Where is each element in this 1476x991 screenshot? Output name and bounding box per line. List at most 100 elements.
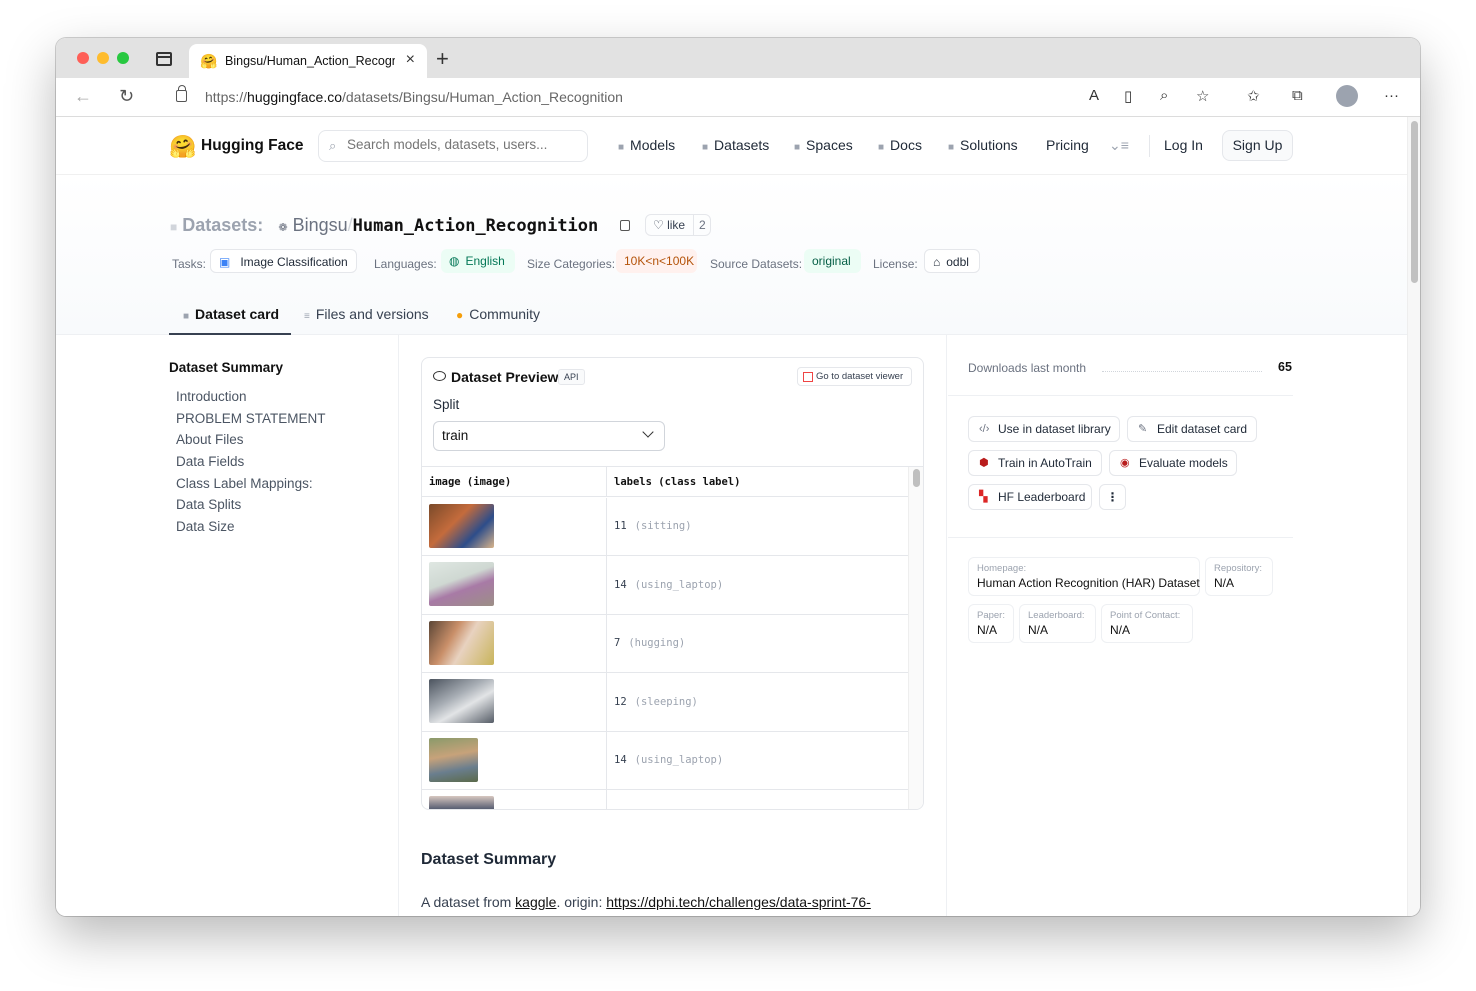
- toc-item[interactable]: About Files: [176, 432, 244, 447]
- models-icon: ■: [618, 142, 625, 153]
- database-icon: ■: [170, 220, 178, 234]
- zoom-window-button[interactable]: [117, 52, 129, 64]
- site-header: 🤗 Hugging Face ⌕ ■Models ■Datasets ■Spac…: [56, 117, 1407, 175]
- toc-item[interactable]: Data Fields: [176, 454, 244, 469]
- read-aloud-icon[interactable]: A: [1089, 87, 1099, 104]
- code-icon: ‹/›: [979, 423, 990, 435]
- kaggle-link[interactable]: kaggle: [515, 894, 556, 910]
- nav-datasets[interactable]: ■ Datasets: [702, 137, 769, 153]
- dotted-leader: [1102, 371, 1262, 372]
- table-row: 14 (using_laptop): [422, 556, 908, 615]
- dataset-name[interactable]: Human_Action_Recognition: [353, 216, 599, 236]
- immersive-reader-icon[interactable]: ▯: [1124, 87, 1132, 105]
- minimize-window-button[interactable]: [97, 52, 109, 64]
- thumbnail-image[interactable]: [429, 562, 494, 606]
- toc-item[interactable]: PROBLEM STATEMENT: [176, 411, 326, 426]
- close-window-button[interactable]: [77, 52, 89, 64]
- column-header-labels[interactable]: labels (class label): [607, 467, 908, 497]
- autotrain-icon: ⬢: [979, 457, 989, 469]
- homepage-label: Homepage:: [977, 563, 1027, 574]
- image-cell: [422, 556, 607, 614]
- homepage-link[interactable]: Human Action Recognition (HAR) Dataset: [977, 576, 1200, 590]
- go-to-dataset-viewer-button[interactable]: Go to dataset viewer: [797, 367, 912, 386]
- use-in-dataset-library-button[interactable]: ‹/› Use in dataset library: [968, 416, 1120, 442]
- split-select[interactable]: train: [433, 421, 665, 451]
- brand-name[interactable]: Hugging Face: [201, 137, 303, 155]
- train-in-autotrain-button[interactable]: ⬢ Train in AutoTrain: [968, 450, 1102, 476]
- pencil-icon: ✎: [1138, 423, 1148, 435]
- hf-leaderboard-button[interactable]: ▚ HF Leaderboard: [968, 484, 1092, 510]
- license-tag[interactable]: ⌂ odbl: [924, 249, 980, 273]
- site-search[interactable]: ⌕: [318, 130, 588, 162]
- tab-close-icon[interactable]: ×: [406, 51, 415, 69]
- nav-solutions[interactable]: ■ Solutions: [948, 137, 1018, 153]
- table-scrollbar[interactable]: [908, 467, 923, 809]
- nav-pricing[interactable]: Pricing: [1046, 137, 1089, 153]
- split-value: train: [442, 428, 469, 443]
- toc-item[interactable]: Introduction: [176, 389, 247, 404]
- back-arrow-icon[interactable]: ←: [74, 86, 92, 107]
- column-header-image[interactable]: image (image): [422, 467, 607, 497]
- edit-dataset-card-button[interactable]: ✎ Edit dataset card: [1127, 416, 1257, 442]
- thumbnail-image[interactable]: [429, 738, 478, 782]
- browser-tab[interactable]: 🤗 Bingsu/Human_Action_Recogn ×: [189, 44, 427, 78]
- login-link[interactable]: Log In: [1164, 137, 1203, 153]
- label-cell: 12 (sleeping): [614, 696, 698, 708]
- breadcrumb: ■ Datasets: ❁ Bingsu/Human_Action_Recogn…: [170, 215, 598, 236]
- thumbnail-image[interactable]: [429, 679, 494, 723]
- owner-link[interactable]: ❁ Bingsu: [278, 215, 347, 235]
- thumbnail-image[interactable]: [429, 621, 494, 665]
- downloads-label: Downloads last month: [968, 361, 1087, 375]
- language-tag[interactable]: ◍ English: [441, 249, 515, 273]
- tab-files-and-versions[interactable]: ≡ Files and versions: [304, 306, 429, 322]
- evaluate-models-button[interactable]: ◉ Evaluate models: [1109, 450, 1237, 476]
- thumbnail-image[interactable]: [429, 504, 494, 548]
- like-button[interactable]: ♡ like 2: [645, 214, 711, 236]
- api-badge[interactable]: API: [558, 369, 585, 385]
- hugging-face-logo-icon[interactable]: 🤗: [169, 134, 196, 160]
- leaderboard-label: Leaderboard:: [1028, 610, 1085, 621]
- toc-title[interactable]: Dataset Summary: [169, 360, 283, 375]
- favorites-icon[interactable]: ✩: [1247, 87, 1260, 105]
- thumbnail-image[interactable]: [429, 796, 494, 809]
- add-favorite-icon[interactable]: ☆: [1196, 87, 1209, 105]
- tab-actions-icon[interactable]: [156, 52, 172, 66]
- profile-avatar[interactable]: [1336, 85, 1358, 107]
- page-scrollbar[interactable]: [1407, 117, 1420, 916]
- chevron-down-icon: [642, 426, 654, 438]
- table-scroll-thumb[interactable]: [913, 469, 920, 487]
- more-nav-icon[interactable]: ⌄≡: [1109, 137, 1129, 154]
- tab-dataset-card[interactable]: ■ Dataset card: [183, 306, 279, 322]
- label-cell: 14 (using_laptop): [614, 579, 724, 591]
- copy-icon[interactable]: [620, 220, 630, 231]
- signup-button[interactable]: Sign Up: [1222, 130, 1293, 161]
- nav-docs[interactable]: ■ Docs: [878, 137, 922, 153]
- collections-icon[interactable]: ⧉: [1292, 87, 1303, 104]
- more-actions-button[interactable]: ⋮: [1099, 484, 1126, 510]
- toc-item[interactable]: Class Label Mappings:: [176, 476, 313, 491]
- toc-item[interactable]: Data Size: [176, 519, 235, 534]
- new-tab-icon[interactable]: +: [436, 46, 449, 72]
- source-tag[interactable]: original: [804, 249, 861, 273]
- nav-models[interactable]: ■ Models: [618, 137, 675, 153]
- search-input[interactable]: [347, 137, 577, 152]
- url-text[interactable]: https://huggingface.co/datasets/Bingsu/H…: [205, 89, 623, 105]
- hugging-face-favicon-icon: 🤗: [200, 53, 218, 69]
- tab-community[interactable]: ● Community: [456, 306, 540, 322]
- reload-icon[interactable]: ↻: [119, 86, 134, 107]
- toc-item[interactable]: Data Splits: [176, 497, 241, 512]
- nav-spaces[interactable]: ■ Spaces: [794, 137, 853, 153]
- image-cell: [422, 615, 607, 672]
- task-tag[interactable]: ▣ Image Classification: [210, 249, 357, 273]
- more-menu-icon[interactable]: ···: [1384, 87, 1399, 104]
- size-tag[interactable]: 10K<n<100K: [616, 249, 697, 273]
- tasks-label: Tasks:: [172, 257, 207, 271]
- address-bar[interactable]: https://huggingface.co/datasets/Bingsu/H…: [156, 82, 1284, 113]
- docs-icon: ■: [878, 142, 885, 153]
- paper-value: N/A: [977, 623, 998, 637]
- page-scroll-thumb[interactable]: [1411, 121, 1418, 283]
- zoom-icon[interactable]: ⌕: [1160, 87, 1168, 104]
- eye-icon: [433, 371, 446, 381]
- preview-table: image (image) labels (class label) 11 (si…: [422, 466, 923, 809]
- origin-link[interactable]: https://dphi.tech/challenges/data-sprint…: [606, 894, 871, 910]
